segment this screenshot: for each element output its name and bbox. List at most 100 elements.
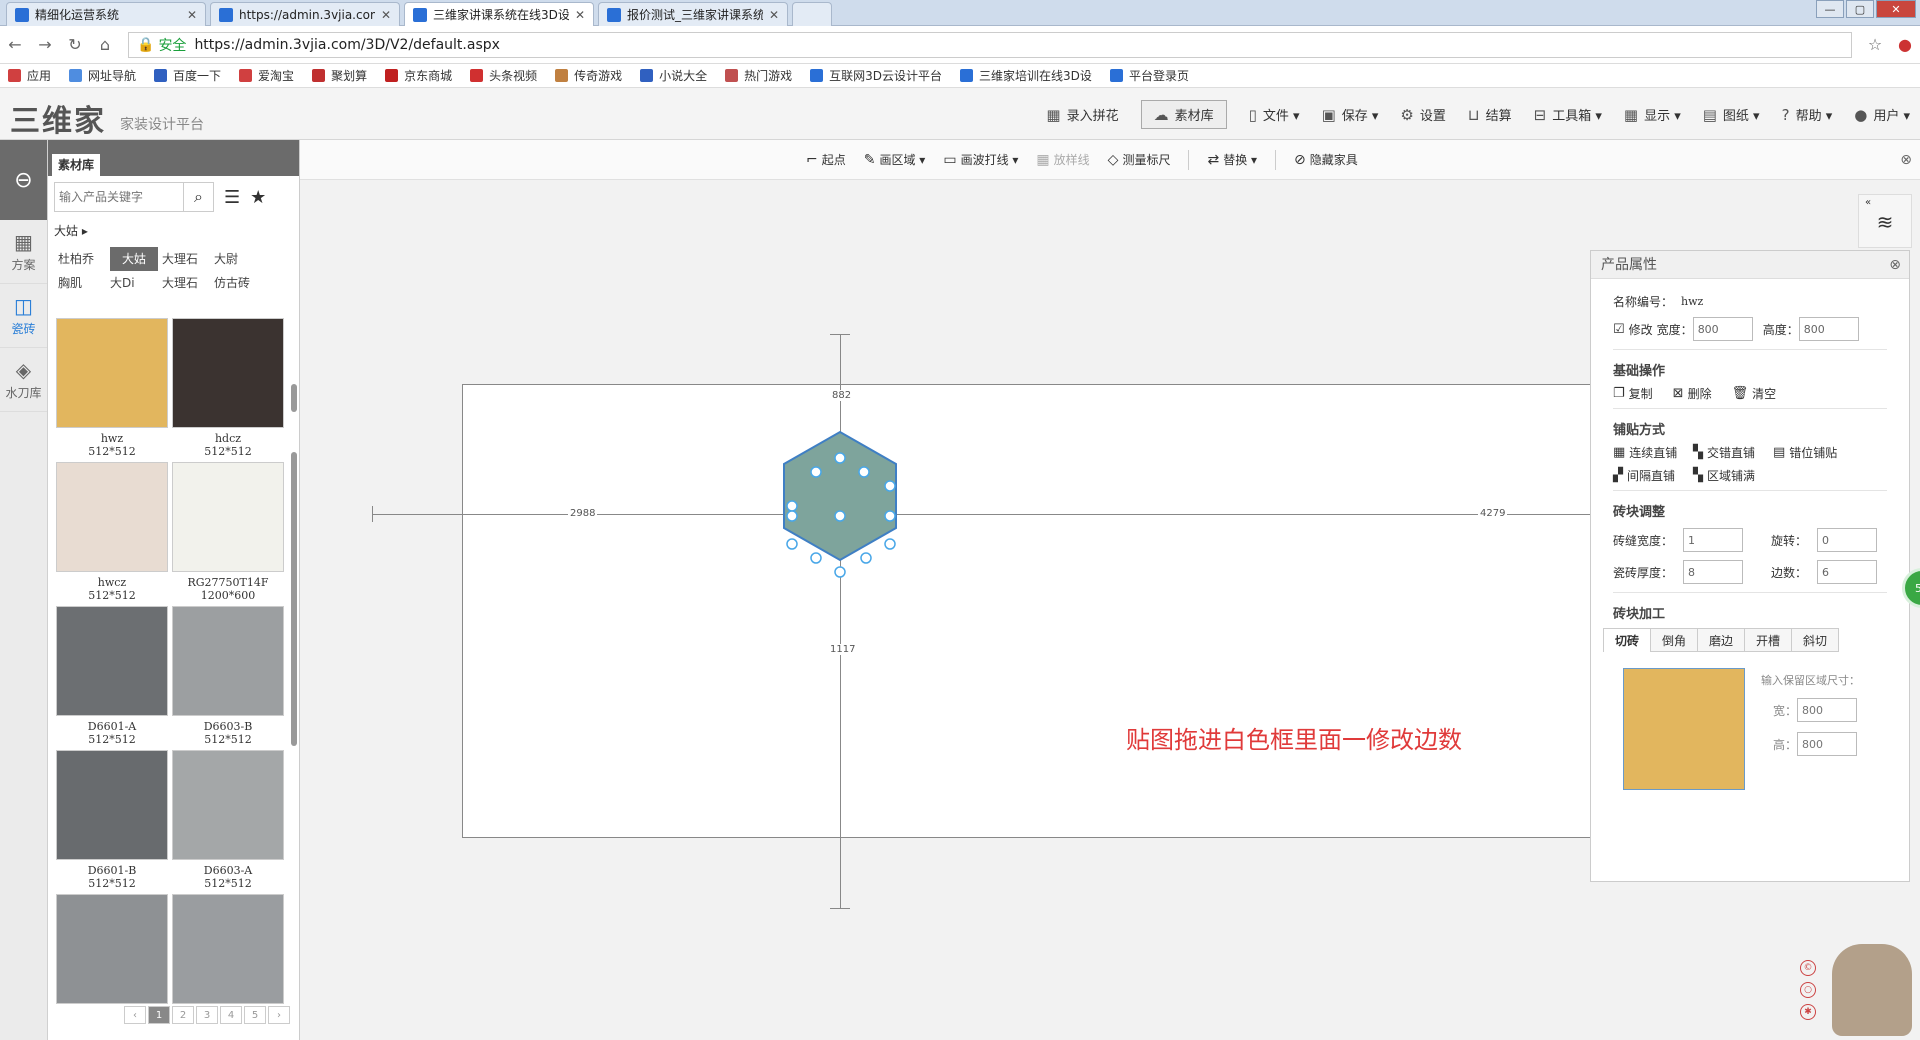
menu-save[interactable]: ▣ 保存 ▾	[1322, 105, 1379, 125]
width-input[interactable]	[1692, 317, 1753, 341]
menu-drawing[interactable]: ▤ 图纸 ▾	[1703, 105, 1760, 125]
tool-wave-line[interactable]: ▭ 画波打线 ▾	[943, 151, 1018, 168]
close-toolbar-icon[interactable]: ⊗	[1900, 152, 1912, 168]
menu-gear[interactable]: ⚙ 设置	[1400, 105, 1445, 125]
op-copy[interactable]: ❐ 复制	[1613, 385, 1653, 402]
reserve-height-input[interactable]	[1797, 732, 1857, 756]
pager-button[interactable]: 1	[148, 1006, 170, 1024]
pager-button[interactable]: ‹	[124, 1006, 146, 1024]
material-image[interactable]	[172, 894, 284, 1004]
paving-offset[interactable]: ▤ 错位铺贴	[1773, 444, 1853, 461]
new-tab-button[interactable]	[792, 2, 832, 26]
category-item[interactable]: 仿古砖	[214, 271, 262, 295]
material-image[interactable]	[172, 318, 284, 428]
cat-mascot-icon[interactable]	[1832, 944, 1912, 1036]
tool-ruler[interactable]: ◇ 测量标尺	[1108, 151, 1171, 168]
bookmark-item[interactable]: 头条视频	[470, 67, 537, 84]
material-thumbnail[interactable]: hwz 512*512	[56, 318, 168, 458]
material-thumbnail[interactable]: RG27750T14F 1200*600	[172, 462, 284, 602]
thickness-input[interactable]	[1683, 560, 1743, 584]
material-thumbnail[interactable]: hwcz 512*512	[56, 462, 168, 602]
sides-input[interactable]	[1817, 560, 1877, 584]
process-tab[interactable]: 切砖	[1603, 628, 1651, 652]
app-logo[interactable]: 三维家	[10, 96, 106, 140]
tool-replace[interactable]: ⇄ 替换 ▾	[1207, 151, 1257, 168]
material-search-input[interactable]	[54, 182, 184, 212]
material-thumbnail[interactable]	[172, 894, 284, 1008]
hexagon-tile-svg[interactable]	[740, 420, 940, 620]
edit-handle[interactable]	[834, 510, 846, 522]
pager-button[interactable]: 2	[172, 1006, 194, 1024]
bookmark-item[interactable]: 京东商城	[385, 67, 452, 84]
category-item[interactable]: 大理石	[162, 271, 210, 295]
menu-cloud[interactable]: ☁ 素材库	[1140, 100, 1227, 129]
op-delete[interactable]: ⊠ 删除	[1673, 385, 1712, 402]
close-tab-icon[interactable]: ✕	[575, 8, 585, 22]
tool-hide-furniture[interactable]: ⊘ 隐藏家具	[1294, 151, 1358, 168]
reload-icon[interactable]: ↻	[60, 35, 90, 54]
paving-staggered[interactable]: ▚ 交错直铺	[1693, 444, 1773, 461]
paving-area-fill[interactable]: ▚ 区域铺满	[1693, 467, 1773, 484]
back-circle-icon[interactable]: ⊖	[0, 140, 47, 220]
menu-toolbox[interactable]: ⊟ 工具箱 ▾	[1534, 105, 1602, 125]
menu-help[interactable]: ? 帮助 ▾	[1782, 105, 1833, 125]
hexagon-tile[interactable]	[783, 430, 897, 562]
url-input[interactable]: 🔒 安全 https://admin.3vjia.com/3D/V2/defau…	[128, 31, 1852, 58]
process-tab[interactable]: 斜切	[1791, 628, 1839, 652]
gap-input[interactable]	[1683, 528, 1743, 552]
edit-handle[interactable]	[786, 500, 798, 512]
maximize-icon[interactable]: ▢	[1846, 0, 1874, 18]
modify-checkbox[interactable]: ☑	[1613, 322, 1625, 337]
close-props-icon[interactable]: ⊗	[1889, 251, 1901, 279]
thumbnail-scrollbar[interactable]	[291, 452, 297, 746]
circle-icon[interactable]: ○	[1800, 982, 1816, 998]
rotate-handle[interactable]	[884, 538, 896, 550]
material-thumbnail[interactable]: D6603-B 512*512	[172, 606, 284, 746]
material-thumbnail[interactable]: D6601-B 512*512	[56, 750, 168, 890]
process-tab[interactable]: 磨边	[1697, 628, 1745, 652]
bookmark-item[interactable]: 网址导航	[69, 67, 136, 84]
browser-tab-3[interactable]: 三维家讲课系统在线3D设计 ✕	[404, 2, 594, 26]
bookmark-item[interactable]: 热门游戏	[725, 67, 792, 84]
rail-item-tile[interactable]: ◫ 瓷砖	[0, 284, 47, 348]
paving-continuous[interactable]: ▦ 连续直铺	[1613, 444, 1693, 461]
bookmark-item[interactable]: 爱淘宝	[239, 67, 294, 84]
settings-circle-icon[interactable]: ✱	[1800, 1004, 1816, 1020]
browser-tab-2[interactable]: https://admin.3vjia.com ✕	[210, 2, 400, 26]
category-item[interactable]: 大理石	[162, 247, 210, 271]
reserve-width-input[interactable]	[1797, 698, 1857, 722]
pager-button[interactable]: 3	[196, 1006, 218, 1024]
category-item[interactable]: 杜柏乔	[58, 247, 106, 271]
back-icon[interactable]: ←	[0, 35, 30, 54]
pager-button[interactable]: ›	[268, 1006, 290, 1024]
close-window-icon[interactable]: ✕	[1876, 0, 1916, 18]
paving-interval[interactable]: ▞ 间隔直铺	[1613, 467, 1693, 484]
rail-item-waterjet[interactable]: ◈ 水刀库	[0, 348, 47, 412]
rotate-handle[interactable]	[810, 552, 822, 564]
edit-handle[interactable]	[858, 466, 870, 478]
edit-handle[interactable]	[810, 466, 822, 478]
material-image[interactable]	[56, 462, 168, 572]
material-thumbnail[interactable]	[56, 894, 168, 1008]
category-item[interactable]: 胸肌	[58, 271, 106, 295]
bookmark-item[interactable]: 平台登录页	[1109, 67, 1189, 84]
minimize-icon[interactable]: —	[1816, 0, 1844, 18]
rotate-handle[interactable]	[786, 538, 798, 550]
close-tab-icon[interactable]: ✕	[187, 8, 197, 22]
menu-display[interactable]: ▦ 显示 ▾	[1624, 105, 1681, 125]
edit-handle[interactable]	[834, 452, 846, 464]
process-tab[interactable]: 开槽	[1744, 628, 1792, 652]
process-tab[interactable]: 倒角	[1650, 628, 1698, 652]
material-image[interactable]	[56, 606, 168, 716]
pager-button[interactable]: 4	[220, 1006, 242, 1024]
pager-button[interactable]: 5	[244, 1006, 266, 1024]
collapse-icon[interactable]: «	[1859, 195, 1911, 210]
material-image[interactable]	[56, 750, 168, 860]
material-thumbnail[interactable]: D6603-A 512*512	[172, 750, 284, 890]
bookmark-item[interactable]: 传奇游戏	[555, 67, 622, 84]
favorite-star-icon[interactable]: ★	[250, 187, 266, 208]
bookmark-star-icon[interactable]: ☆	[1860, 35, 1890, 54]
menu-cart[interactable]: ⊔ 结算	[1468, 105, 1512, 125]
room-outline[interactable]	[462, 384, 1612, 838]
bookmark-item[interactable]: 三维家培训在线3D设	[960, 67, 1092, 84]
